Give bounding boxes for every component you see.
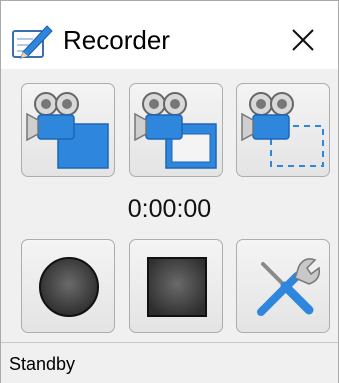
title-bar[interactable]: Recorder bbox=[1, 1, 338, 69]
record-window-button[interactable] bbox=[129, 83, 223, 177]
stop-button[interactable] bbox=[129, 239, 223, 333]
elapsed-time: 0:00:00 bbox=[127, 195, 212, 223]
pen-notepad-icon bbox=[11, 23, 53, 59]
close-icon[interactable] bbox=[283, 21, 323, 59]
record-button[interactable] bbox=[21, 239, 115, 333]
settings-button[interactable] bbox=[236, 239, 330, 333]
record-fullscreen-button[interactable] bbox=[21, 83, 115, 177]
record-region-button[interactable] bbox=[236, 83, 330, 177]
status-text: Standby bbox=[9, 354, 76, 374]
recorder-window: Recorder 0:00:00 Standby bbox=[0, 0, 339, 383]
window-title: Recorder bbox=[63, 25, 170, 55]
status-bar: Standby bbox=[1, 342, 338, 383]
